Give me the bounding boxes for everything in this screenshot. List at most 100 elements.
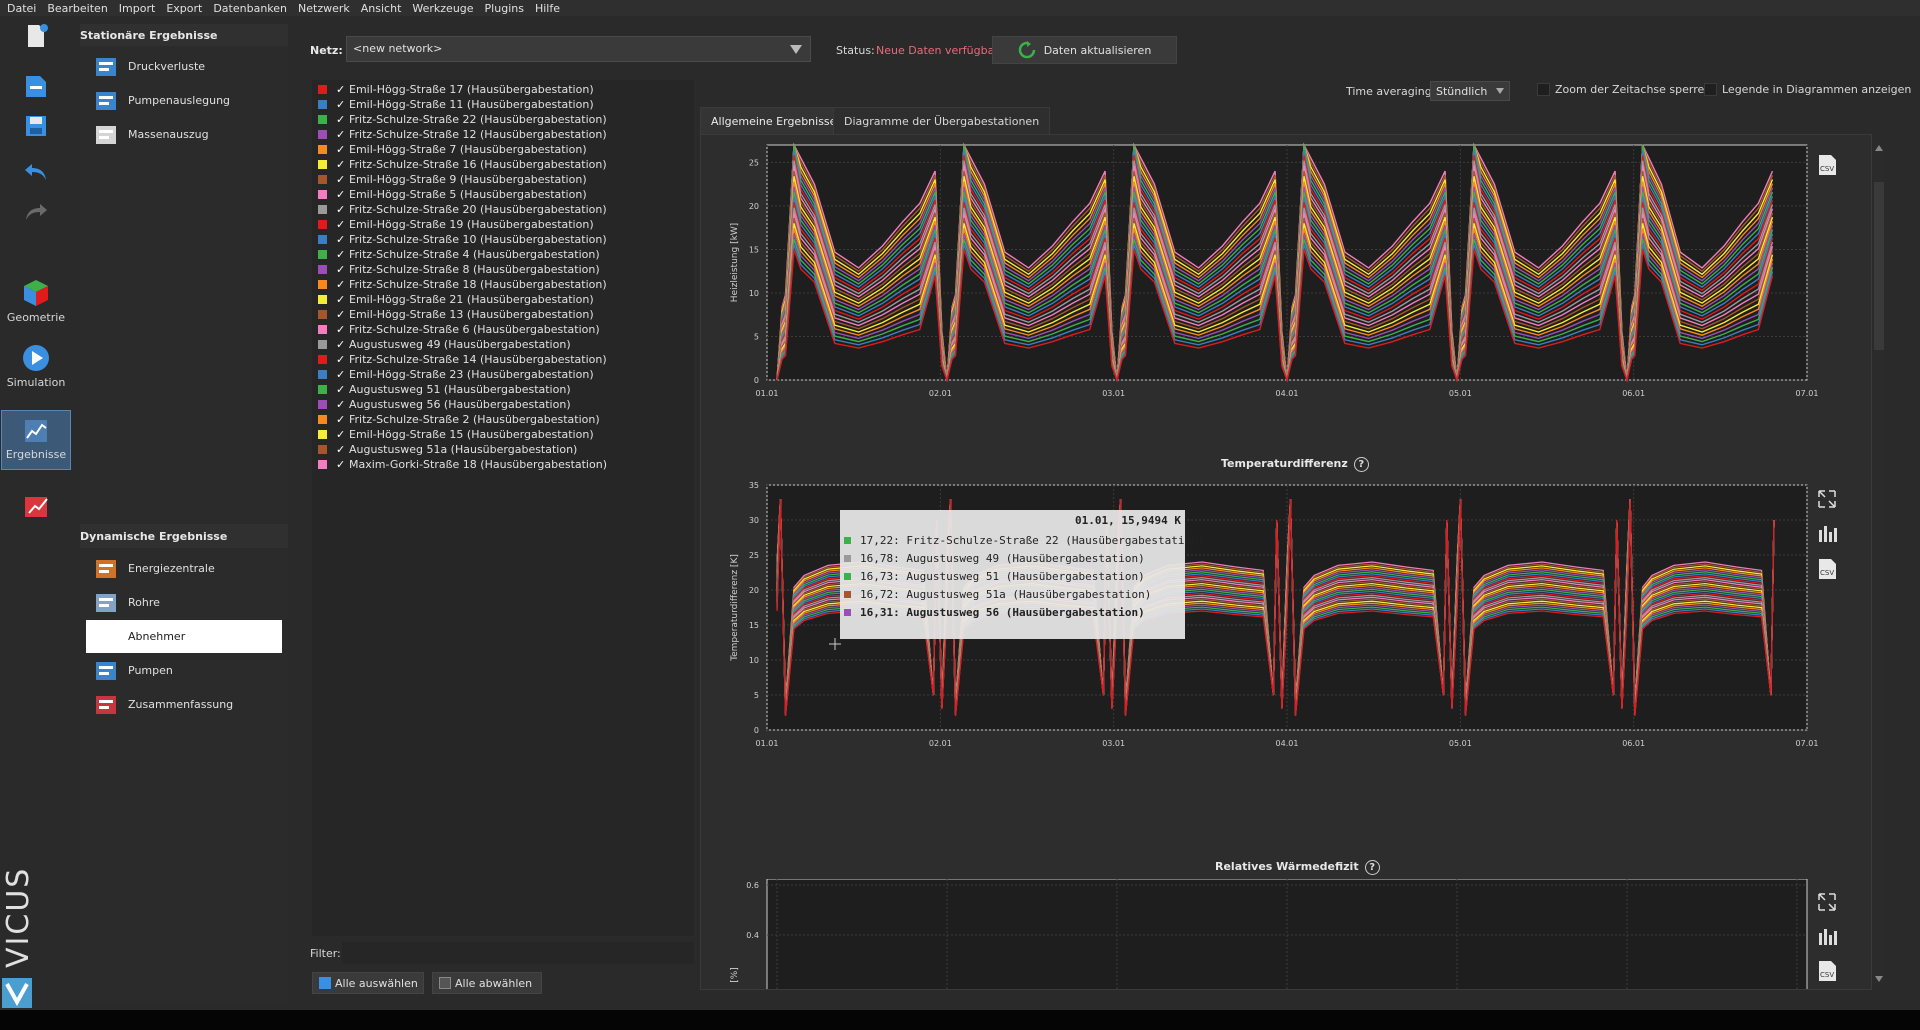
bar-chart-button[interactable] bbox=[1814, 520, 1840, 546]
station-row[interactable]: ✓ Fritz-Schulze-Straße 22 (Hausübergabest… bbox=[318, 112, 607, 127]
station-row[interactable]: ✓ Fritz-Schulze-Straße 18 (Hausübergabest… bbox=[318, 277, 607, 292]
menu-item[interactable]: Netzwerk bbox=[298, 2, 350, 15]
scroll-down-icon[interactable] bbox=[1875, 976, 1883, 982]
station-row[interactable]: ✓ Emil-Högg-Straße 15 (Hausübergabestatio… bbox=[318, 427, 594, 442]
csv-export-button[interactable]: CSV bbox=[1814, 556, 1840, 582]
expand-chart-button[interactable] bbox=[1814, 889, 1840, 915]
menu-item[interactable]: Import bbox=[119, 2, 156, 15]
station-row[interactable]: ✓ Emil-Högg-Straße 5 (Hausübergabestation… bbox=[318, 187, 587, 202]
station-row[interactable]: ✓ Emil-Högg-Straße 13 (Hausübergabestatio… bbox=[318, 307, 594, 322]
dynamic-item-pump[interactable]: Pumpen bbox=[86, 654, 282, 687]
station-row[interactable]: ✓ Fritz-Schulze-Straße 2 (Hausübergabesta… bbox=[318, 412, 600, 427]
station-row[interactable]: ✓ Augustusweg 56 (Hausübergabestation) bbox=[318, 397, 571, 412]
station-row[interactable]: ✓ Fritz-Schulze-Straße 14 (Hausübergabest… bbox=[318, 352, 607, 367]
menu-item[interactable]: Datei bbox=[7, 2, 36, 15]
refresh-data-button[interactable]: Daten aktualisieren bbox=[992, 36, 1177, 64]
check-icon[interactable]: ✓ bbox=[336, 248, 346, 261]
check-icon[interactable]: ✓ bbox=[336, 398, 346, 411]
csv-export-button[interactable]: CSV bbox=[1814, 958, 1840, 984]
open-file-button[interactable] bbox=[0, 72, 72, 100]
check-icon[interactable]: ✓ bbox=[336, 278, 346, 291]
station-row[interactable]: ✓ Fritz-Schulze-Straße 12 (Hausübergabest… bbox=[318, 127, 607, 142]
stationary-item-pressure-loss[interactable]: Druckverluste bbox=[86, 50, 282, 83]
csv-export-button[interactable]: CSV bbox=[1814, 152, 1840, 178]
menu-item[interactable]: Export bbox=[166, 2, 202, 15]
station-row[interactable]: ✓ Emil-Högg-Straße 9 (Hausübergabestation… bbox=[318, 172, 587, 187]
station-row[interactable]: ✓ Emil-Högg-Straße 7 (Hausübergabestation… bbox=[318, 142, 587, 157]
check-icon[interactable]: ✓ bbox=[336, 428, 346, 441]
help-icon[interactable]: ? bbox=[1353, 457, 1369, 472]
check-icon[interactable]: ✓ bbox=[336, 323, 346, 336]
station-row[interactable]: ✓ Emil-Högg-Straße 23 (Hausübergabestatio… bbox=[318, 367, 594, 382]
stationary-item-pump-design[interactable]: Pumpenauslegung bbox=[86, 84, 282, 117]
check-icon[interactable]: ✓ bbox=[336, 413, 346, 426]
check-icon[interactable]: ✓ bbox=[336, 188, 346, 201]
check-icon[interactable]: ✓ bbox=[336, 98, 346, 111]
check-icon[interactable]: ✓ bbox=[336, 128, 346, 141]
network-select[interactable]: <new network> bbox=[346, 36, 811, 62]
export-results-button[interactable] bbox=[0, 491, 72, 521]
check-icon[interactable]: ✓ bbox=[336, 338, 346, 351]
menu-item[interactable]: Bearbeiten bbox=[47, 2, 107, 15]
results-button[interactable]: Ergebnisse bbox=[1, 410, 71, 470]
station-row[interactable]: ✓ Augustusweg 51a (Hausübergabestation) bbox=[318, 442, 577, 457]
check-icon[interactable]: ✓ bbox=[336, 458, 346, 471]
station-row[interactable]: ✓ Fritz-Schulze-Straße 16 (Hausübergabest… bbox=[318, 157, 607, 172]
dynamic-item-consumer[interactable]: Abnehmer bbox=[86, 620, 282, 653]
station-row[interactable]: ✓ Augustusweg 49 (Hausübergabestation) bbox=[318, 337, 571, 352]
check-icon[interactable]: ✓ bbox=[336, 308, 346, 321]
check-icon[interactable]: ✓ bbox=[336, 353, 346, 366]
geometry-button[interactable]: Geometrie bbox=[0, 278, 72, 324]
station-row[interactable]: ✓ Emil-Högg-Straße 17 (Hausübergabestatio… bbox=[318, 82, 594, 97]
heating-power-chart[interactable]: 0 5 10 15 20 25 01.01 02.01 03.01 04.01 05.01 06.01… bbox=[701, 135, 1872, 415]
station-row[interactable]: ✓ Maxim-Gorki-Straße 18 (Hausübergabestat… bbox=[318, 457, 607, 472]
help-icon[interactable]: ? bbox=[1364, 860, 1380, 875]
menu-item[interactable]: Plugins bbox=[485, 2, 524, 15]
menu-item[interactable]: Datenbanken bbox=[213, 2, 287, 15]
menu-item[interactable]: Ansicht bbox=[361, 2, 402, 15]
expand-chart-button[interactable] bbox=[1814, 486, 1840, 512]
station-row[interactable]: ✓ Emil-Högg-Straße 21 (Hausübergabestatio… bbox=[318, 292, 594, 307]
check-icon[interactable]: ✓ bbox=[336, 143, 346, 156]
dynamic-item-summary[interactable]: Zusammenfassung bbox=[86, 688, 282, 721]
save-button[interactable] bbox=[0, 112, 72, 140]
check-icon[interactable]: ✓ bbox=[336, 383, 346, 396]
redo-button[interactable] bbox=[0, 198, 72, 226]
filter-input[interactable] bbox=[342, 942, 694, 964]
stationary-item-bill-of-materials[interactable]: Massenauszug bbox=[86, 118, 282, 151]
station-row[interactable]: ✓ Fritz-Schulze-Straße 20 (Hausübergabest… bbox=[318, 202, 607, 217]
check-icon[interactable]: ✓ bbox=[336, 158, 346, 171]
tab-station-diagrams[interactable]: Diagramme der Übergabestationen bbox=[833, 107, 1051, 135]
scroll-up-icon[interactable] bbox=[1875, 145, 1883, 151]
station-row[interactable]: ✓ Fritz-Schulze-Straße 8 (Hausübergabesta… bbox=[318, 262, 600, 277]
new-file-button[interactable] bbox=[0, 22, 72, 50]
tab-general-results[interactable]: Allgemeine Ergebnisse bbox=[700, 107, 848, 135]
station-row[interactable]: ✓ Augustusweg 51 (Hausübergabestation) bbox=[318, 382, 571, 397]
bar-chart-button[interactable] bbox=[1814, 923, 1840, 949]
dynamic-item-pipes[interactable]: Rohre bbox=[86, 586, 282, 619]
menu-item[interactable]: Werkzeuge bbox=[412, 2, 473, 15]
station-row[interactable]: ✓ Fritz-Schulze-Straße 10 (Hausübergabest… bbox=[318, 232, 607, 247]
check-icon[interactable]: ✓ bbox=[336, 368, 346, 381]
deselect-all-button[interactable]: Alle abwählen bbox=[432, 972, 542, 994]
check-icon[interactable]: ✓ bbox=[336, 263, 346, 276]
dynamic-item-energy-center[interactable]: Energiezentrale bbox=[86, 552, 282, 585]
check-icon[interactable]: ✓ bbox=[336, 113, 346, 126]
show-legend-checkbox[interactable]: Legende in Diagrammen anzeigen bbox=[1704, 83, 1911, 96]
simulation-button[interactable]: Simulation bbox=[0, 343, 72, 389]
menu-item[interactable]: Hilfe bbox=[535, 2, 560, 15]
check-icon[interactable]: ✓ bbox=[336, 203, 346, 216]
station-row[interactable]: ✓ Fritz-Schulze-Straße 4 (Hausübergabesta… bbox=[318, 247, 600, 262]
station-row[interactable]: ✓ Fritz-Schulze-Straße 6 (Hausübergabesta… bbox=[318, 322, 600, 337]
heat-deficit-chart[interactable]: 0.4 0.6 [%] bbox=[701, 879, 1872, 990]
select-all-button[interactable]: Alle auswählen bbox=[312, 972, 424, 994]
check-icon[interactable]: ✓ bbox=[336, 218, 346, 231]
time-averaging-select[interactable]: Stündlich bbox=[1430, 81, 1510, 101]
undo-button[interactable] bbox=[0, 158, 72, 186]
check-icon[interactable]: ✓ bbox=[336, 293, 346, 306]
station-list[interactable]: ✓ Emil-Högg-Straße 17 (Hausübergabestatio… bbox=[312, 80, 694, 936]
zoom-lock-checkbox[interactable]: Zoom der Zeitachse sperren bbox=[1537, 83, 1711, 96]
check-icon[interactable]: ✓ bbox=[336, 173, 346, 186]
check-icon[interactable]: ✓ bbox=[336, 233, 346, 246]
check-icon[interactable]: ✓ bbox=[336, 443, 346, 456]
